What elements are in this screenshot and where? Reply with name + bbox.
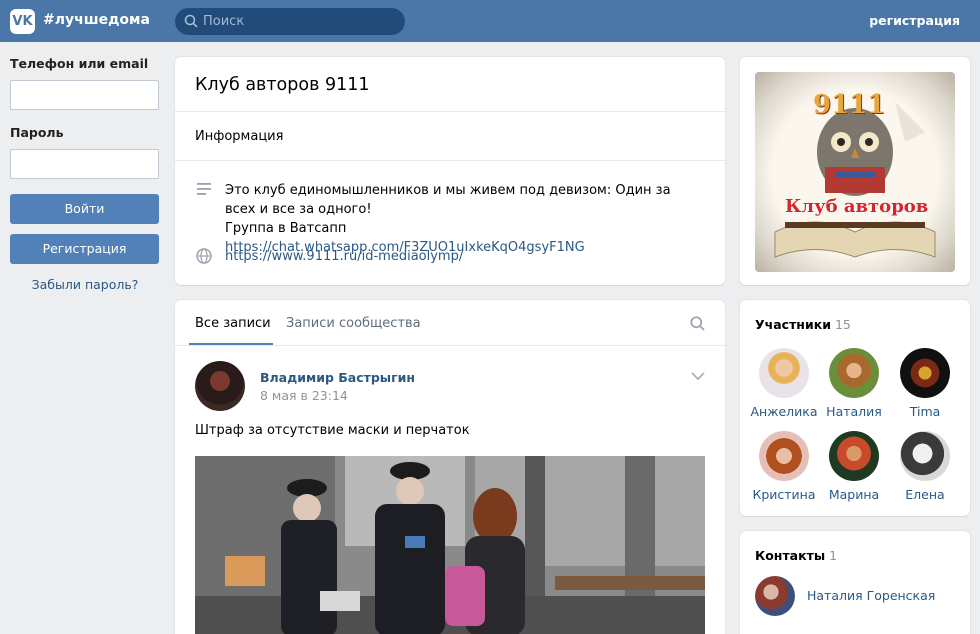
top-header: VK #лучшедома Поиск регистрация xyxy=(0,0,980,42)
wall-card: Все записи Записи сообщества Владимир Ба… xyxy=(175,300,725,634)
post-date[interactable]: 8 мая в 23:14 xyxy=(260,388,348,403)
member-item[interactable]: Елена xyxy=(890,431,960,502)
register-button[interactable]: Регистрация xyxy=(10,234,159,264)
contacts-card: Контакты 1 Наталия Горенская xyxy=(740,531,970,634)
search-icon[interactable] xyxy=(690,316,705,331)
member-item[interactable]: Марина xyxy=(819,431,889,502)
forgot-password-link[interactable]: Забыли пароль? xyxy=(10,277,160,292)
member-name: Tima xyxy=(909,404,941,419)
group-description: Это клуб единомышленников и мы живем под… xyxy=(225,181,705,257)
post-text: Штраф за отсутствие маски и перчаток xyxy=(195,423,470,438)
members-label: Участники xyxy=(755,317,831,332)
avatar xyxy=(759,431,809,481)
phone-label: Телефон или email xyxy=(10,56,149,71)
chevron-down-icon[interactable] xyxy=(691,372,705,381)
members-count: 15 xyxy=(834,317,851,332)
search-input[interactable]: Поиск xyxy=(175,8,405,35)
info-heading: Информация xyxy=(195,129,284,144)
search-icon xyxy=(184,14,198,28)
member-item[interactable]: Кристина xyxy=(749,431,819,502)
member-name: Анжелика xyxy=(750,404,818,419)
avatar xyxy=(900,348,950,398)
avatar[interactable] xyxy=(755,576,795,616)
tab-community-posts[interactable]: Записи сообщества xyxy=(286,316,421,331)
contacts-count: 1 xyxy=(829,548,838,563)
password-label: Пароль xyxy=(10,125,64,140)
tab-all-posts[interactable]: Все записи xyxy=(195,316,271,331)
avatar xyxy=(900,431,950,481)
post-author[interactable]: Владимир Бастрыгин xyxy=(260,370,415,385)
avatar xyxy=(829,431,879,481)
contacts-heading[interactable]: Контакты 1 xyxy=(755,548,837,563)
whatsapp-label: Группа в Ватсапп xyxy=(225,221,347,236)
vk-logo-icon[interactable]: VK xyxy=(10,9,35,34)
page-title: Клуб авторов 9111 xyxy=(195,75,370,95)
members-card: Участники 15 Анжелика Наталия Tima Кристи… xyxy=(740,300,970,516)
member-item[interactable]: Наталия xyxy=(819,348,889,419)
text-lines-icon xyxy=(197,183,211,195)
member-name: Кристина xyxy=(752,487,816,502)
globe-icon xyxy=(196,248,212,264)
member-name: Елена xyxy=(905,487,945,502)
contact-name[interactable]: Наталия Горенская xyxy=(807,588,935,603)
contacts-label: Контакты xyxy=(755,548,826,563)
member-name: Наталия xyxy=(826,404,882,419)
group-info-card: Клуб авторов 9111 Информация Это клуб ед… xyxy=(175,57,725,285)
login-button[interactable]: Войти xyxy=(10,194,159,224)
website-link[interactable]: https://www.9111.ru/id-mediaolymp/ xyxy=(225,249,463,264)
cover-card: 9111 Клуб авторов xyxy=(740,57,970,285)
search-placeholder: Поиск xyxy=(203,14,245,29)
divider xyxy=(175,160,725,161)
login-panel: Телефон или email Пароль Войти Регистрац… xyxy=(10,56,160,292)
avatar xyxy=(829,348,879,398)
member-item[interactable]: Tima xyxy=(890,348,960,419)
group-avatar-image[interactable]: 9111 Клуб авторов xyxy=(755,72,955,272)
cover-number: 9111 xyxy=(813,90,886,120)
hashtag-link[interactable]: #лучшедома xyxy=(43,12,150,28)
post-photo[interactable] xyxy=(195,456,705,634)
register-link[interactable]: регистрация xyxy=(869,13,960,28)
cover-title: Клуб авторов xyxy=(785,196,929,217)
divider xyxy=(175,111,725,112)
street-photo-image xyxy=(195,456,705,634)
description-text: Это клуб единомышленников и мы живем под… xyxy=(225,183,671,217)
members-heading[interactable]: Участники 15 xyxy=(755,317,851,332)
member-name: Марина xyxy=(828,487,880,502)
avatar[interactable] xyxy=(195,361,245,411)
password-field[interactable] xyxy=(10,149,159,179)
divider xyxy=(175,345,725,346)
member-item[interactable]: Анжелика xyxy=(749,348,819,419)
phone-field[interactable] xyxy=(10,80,159,110)
avatar xyxy=(759,348,809,398)
